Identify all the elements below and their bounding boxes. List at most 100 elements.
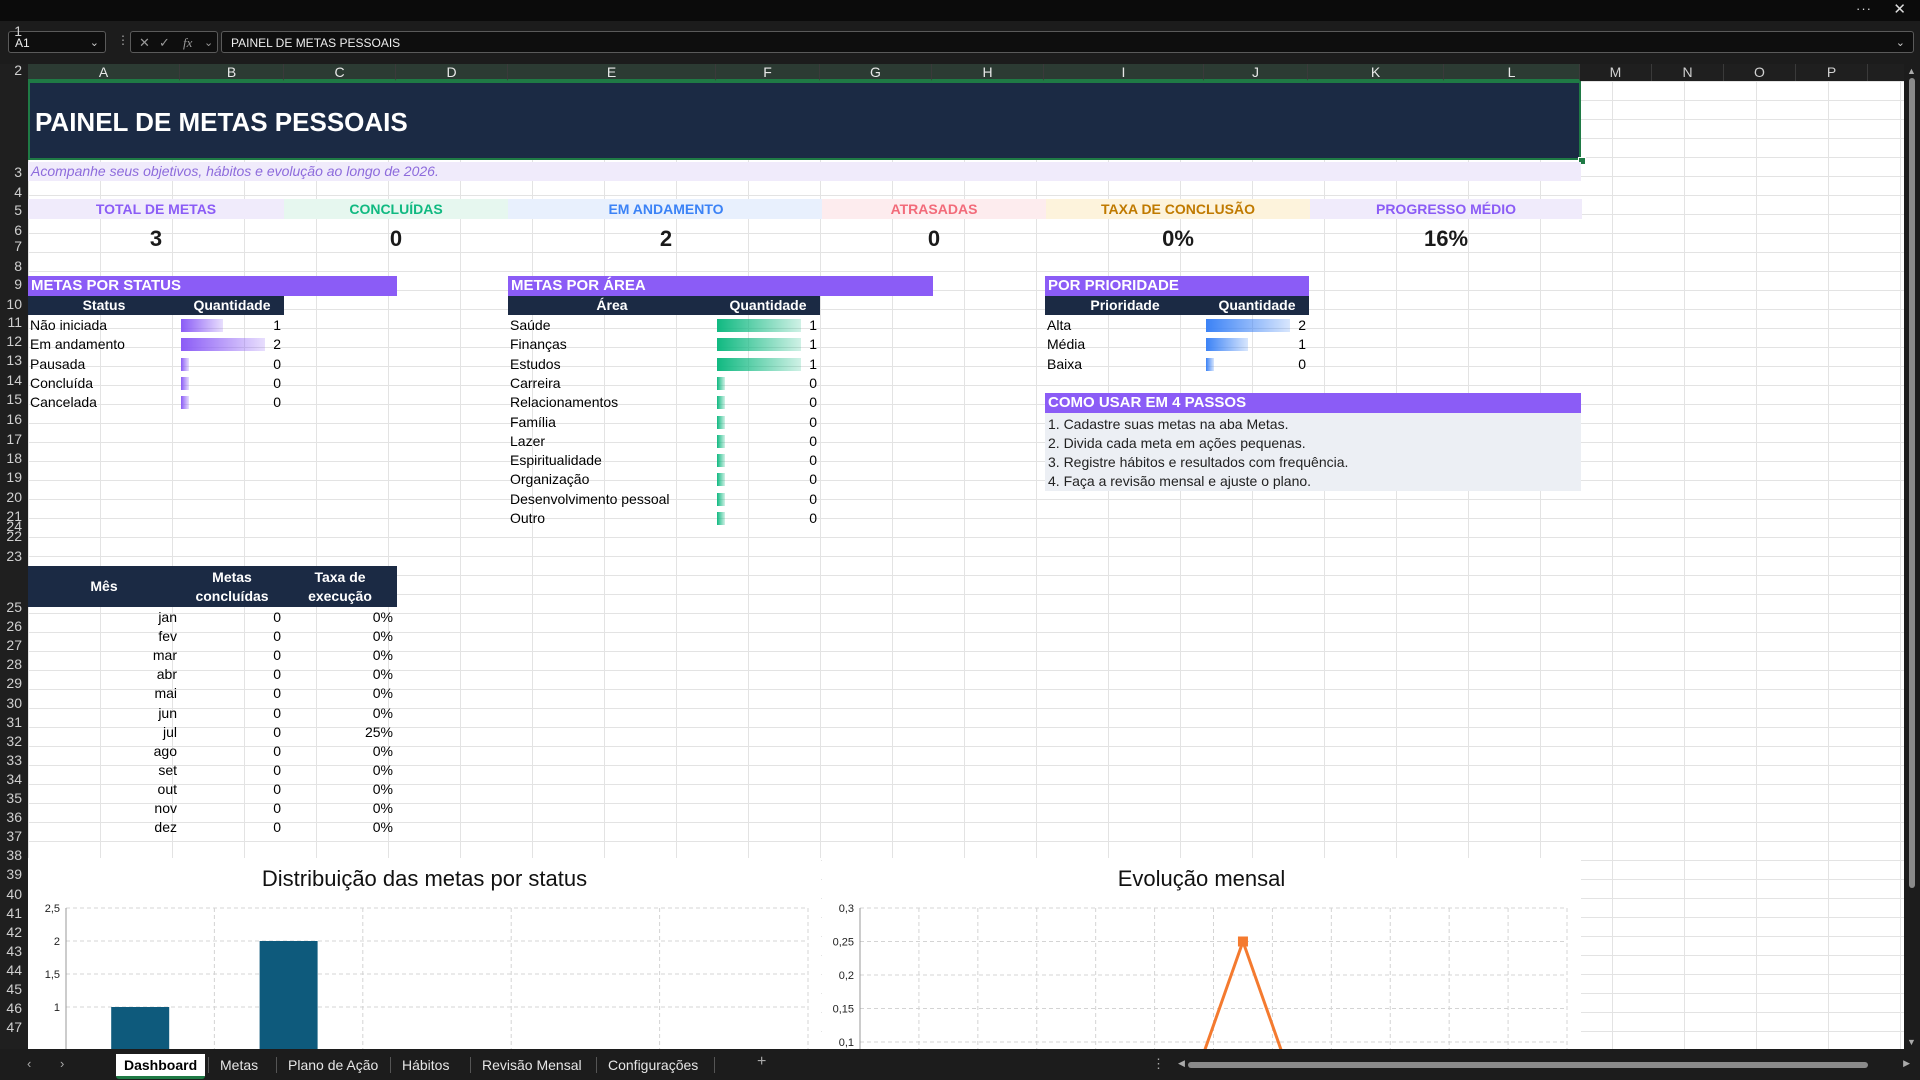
row-header[interactable]: 14 (0, 372, 28, 388)
row-header[interactable]: 29 (0, 675, 28, 691)
column-header-i[interactable]: I (1044, 64, 1204, 81)
scroll-left-icon[interactable]: ◀ (1178, 1058, 1185, 1069)
expand-formula-icon[interactable]: ⌄ (1896, 32, 1905, 54)
horizontal-scrollbar[interactable]: ◀ ▶ (1178, 1058, 1910, 1070)
row-header[interactable]: 30 (0, 695, 28, 711)
row-header[interactable]: 33 (0, 752, 28, 768)
row-header[interactable]: 40 (0, 886, 28, 902)
tab-configura-es[interactable]: Configurações (600, 1054, 706, 1076)
row-header[interactable]: 27 (0, 637, 28, 653)
row-header[interactable]: 1 (0, 23, 28, 39)
column-header-o[interactable]: O (1724, 64, 1796, 81)
table-row-value: 1 (1298, 336, 1306, 353)
row-header[interactable]: 36 (0, 809, 28, 825)
column-header-m[interactable]: M (1580, 64, 1652, 81)
row-header[interactable]: 16 (0, 411, 28, 427)
row-header[interactable]: 15 (0, 391, 28, 407)
row-header[interactable]: 4 (0, 184, 28, 200)
more-options-icon[interactable]: ··· (1856, 1, 1872, 16)
tab-revis-o-mensal[interactable]: Revisão Mensal (474, 1054, 590, 1076)
row-header[interactable]: 31 (0, 714, 28, 730)
row-header[interactable]: 13 (0, 352, 28, 368)
row-header[interactable]: 25 (0, 599, 28, 615)
scroll-down-icon[interactable]: ▼ (1907, 1037, 1916, 1047)
row-header[interactable]: 43 (0, 943, 28, 959)
column-header-n[interactable]: N (1652, 64, 1724, 81)
status-chart[interactable]: Distribuição das metas por status 2,5 2 1,… (28, 858, 821, 1049)
column-header-k[interactable]: K (1308, 64, 1444, 81)
title-banner[interactable]: PAINEL DE METAS PESSOAIS (28, 81, 1581, 160)
row-header[interactable]: 37 (0, 828, 28, 844)
row-header[interactable]: 26 (0, 618, 28, 634)
row-header[interactable]: 10 (0, 296, 28, 312)
cancel-icon[interactable]: ✕ (139, 32, 150, 54)
row-header[interactable]: 32 (0, 733, 28, 749)
row-header[interactable]: 12 (0, 333, 28, 349)
add-sheet-button[interactable]: + (757, 1053, 766, 1071)
tab-metas[interactable]: Metas (212, 1054, 266, 1076)
chevron-down-icon[interactable]: ⌄ (204, 32, 213, 54)
tab-plano-de-a-o[interactable]: Plano de Ação (280, 1054, 386, 1076)
row-header[interactable]: 35 (0, 790, 28, 806)
tab-options-icon[interactable]: ⋮ (1152, 1056, 1165, 1072)
row-header[interactable]: 5 (0, 202, 28, 218)
row-header[interactable]: 44 (0, 962, 28, 978)
column-header-h[interactable]: H (932, 64, 1044, 81)
column-header-e[interactable]: E (508, 64, 716, 81)
row-header[interactable]: 18 (0, 450, 28, 466)
row-header[interactable]: 11 (0, 314, 28, 330)
vertical-scroll-thumb[interactable] (1909, 78, 1915, 888)
column-header-g[interactable]: G (820, 64, 932, 81)
scroll-right-icon[interactable]: ▶ (1903, 1058, 1910, 1069)
chevron-down-icon[interactable]: ⌄ (90, 32, 99, 54)
column-header-j[interactable]: J (1204, 64, 1308, 81)
tab-h-bitos[interactable]: Hábitos (394, 1054, 457, 1076)
vertical-scrollbar[interactable]: ▲ ▼ (1904, 64, 1920, 1049)
next-sheet-icon[interactable]: › (60, 1056, 64, 1071)
row-header[interactable]: 28 (0, 656, 28, 672)
column-header-f[interactable]: F (716, 64, 820, 81)
table-row-value: 1 (809, 317, 817, 333)
row-header[interactable]: 9 (0, 276, 28, 292)
row-header[interactable]: 39 (0, 866, 28, 882)
kpi-value: 2 (659, 226, 673, 251)
table-row-label: Estudos (510, 355, 561, 372)
column-header-a[interactable]: A (28, 64, 180, 81)
table-row-label: Não iniciada (30, 317, 108, 333)
row-header[interactable]: 47 (0, 1019, 28, 1035)
row-header[interactable]: 38 (0, 847, 28, 863)
row-header[interactable]: 46 (0, 1000, 28, 1016)
month-cell: jan (158, 609, 177, 625)
function-icon[interactable]: fx (183, 32, 192, 54)
row-header[interactable]: 34 (0, 771, 28, 787)
row-header[interactable]: 19 (0, 469, 28, 485)
row-header[interactable]: 45 (0, 981, 28, 997)
column-header-p[interactable]: P (1796, 64, 1868, 81)
column-header-b[interactable]: B (180, 64, 284, 81)
row-header[interactable]: 23 (0, 548, 28, 564)
tab-dashboard[interactable]: Dashboard (116, 1054, 206, 1079)
row-header[interactable]: 42 (0, 924, 28, 940)
monthly-chart[interactable]: Evolução mensal 0,3 0,25 0,2 0,15 0,1 (822, 858, 1581, 1049)
row-header[interactable]: 6 (0, 222, 28, 238)
column-header-d[interactable]: D (396, 64, 508, 81)
formula-input[interactable]: PAINEL DE METAS PESSOAIS ⌄ (221, 31, 1914, 53)
row-header[interactable]: 2 (0, 62, 28, 78)
table-row-value: 1 (809, 336, 817, 353)
row-header[interactable]: 41 (0, 905, 28, 921)
horizontal-scroll-thumb[interactable] (1188, 1062, 1868, 1068)
column-header-c[interactable]: C (284, 64, 396, 81)
scroll-up-icon[interactable]: ▲ (1907, 66, 1916, 76)
column-header-l[interactable]: L (1444, 64, 1580, 81)
row-header[interactable]: 7 (0, 238, 28, 254)
row-header[interactable]: 3 (0, 164, 28, 180)
close-icon[interactable]: ✕ (1893, 0, 1906, 18)
y-tick-label: 0,15 (833, 1004, 854, 1016)
enter-icon[interactable]: ✓ (159, 32, 170, 54)
row-header[interactable]: 20 (0, 489, 28, 505)
prev-sheet-icon[interactable]: ‹ (27, 1056, 31, 1071)
row-header[interactable]: 8 (0, 258, 28, 274)
row-header[interactable]: 24 (0, 518, 28, 534)
row-header[interactable]: 17 (0, 431, 28, 447)
table-row-label: Em andamento (30, 336, 125, 353)
